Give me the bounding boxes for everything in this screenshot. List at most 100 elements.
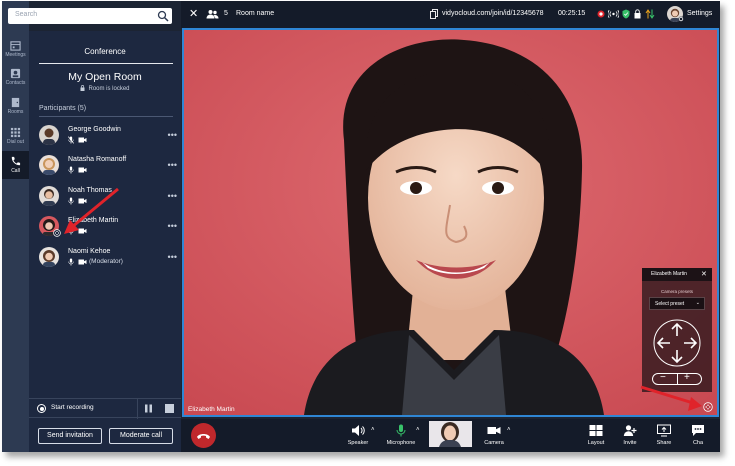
more-options-button[interactable]: ••• — [168, 221, 177, 231]
record-indicator-icon[interactable] — [37, 404, 46, 413]
mic-icon — [68, 258, 74, 266]
chat-icon — [692, 425, 704, 436]
phone-icon — [11, 156, 21, 166]
microphone-options-caret[interactable]: ˄ — [416, 427, 420, 433]
room-title: Room name — [236, 10, 275, 17]
mic-muted-icon — [68, 136, 74, 144]
rail-item-dial-out[interactable]: Dial out — [2, 122, 29, 150]
camera-icon — [78, 228, 87, 234]
rail-label: Dial out — [7, 139, 24, 145]
camera-icon — [78, 198, 87, 204]
moderator-label: (Moderator) — [89, 258, 123, 265]
camera-control-icon[interactable] — [703, 402, 713, 412]
hang-up-button[interactable] — [191, 423, 216, 448]
camera-options-caret[interactable]: ˄ — [507, 427, 511, 433]
conference-panel: Conference My Open Room Room is locked P… — [29, 31, 181, 452]
send-invitation-button[interactable]: Send invitation — [38, 428, 102, 444]
copy-icon[interactable] — [430, 9, 438, 19]
rail-item-call[interactable]: Call — [2, 151, 29, 179]
search-icon[interactable] — [157, 10, 169, 22]
microphone-label: Microphone — [386, 440, 416, 446]
gear-icon[interactable] — [678, 16, 684, 22]
recording-status-icon — [597, 10, 605, 18]
settings-button[interactable]: Settings — [687, 10, 712, 17]
search-placeholder: Search — [15, 11, 38, 18]
rail-label: Call — [11, 168, 20, 174]
network-stats-icon — [645, 9, 655, 19]
zoom-in-button[interactable]: + — [684, 372, 690, 383]
chevron-down-icon: ⌄ — [695, 300, 700, 306]
pan-tilt-pad[interactable] — [653, 319, 701, 367]
select-preset-dropdown[interactable]: Select preset ⌄ — [649, 297, 705, 310]
hang-up-icon — [197, 434, 210, 439]
pause-icon[interactable] — [144, 404, 153, 413]
participant-row[interactable]: Noah Thomas ••• — [39, 186, 177, 210]
contacts-icon — [10, 68, 21, 79]
participant-row[interactable]: Naomi Kehoe (Moderator) ••• — [39, 247, 177, 271]
self-view-image — [429, 421, 472, 447]
rail-item-meetings[interactable]: Meetings — [2, 35, 29, 63]
camera-label: Camera — [484, 440, 504, 446]
stop-icon[interactable] — [165, 404, 174, 413]
self-view-preview[interactable] — [429, 421, 472, 447]
speaker-icon — [352, 425, 365, 436]
participant-row[interactable]: Elizabeth Martin ••• — [39, 216, 177, 240]
participant-count: 5 — [224, 10, 228, 17]
app-window: Meetings Contacts Rooms Dial out Call Se… — [2, 1, 720, 452]
avatar — [39, 186, 59, 206]
avatar — [39, 125, 59, 145]
nav-rail: Meetings Contacts Rooms Dial out Call — [2, 1, 29, 452]
mic-icon — [68, 166, 74, 174]
more-options-button[interactable]: ••• — [168, 191, 177, 201]
more-options-button[interactable]: ••• — [168, 130, 177, 140]
more-options-button[interactable]: ••• — [168, 252, 177, 262]
broadcast-icon — [608, 10, 619, 18]
meeting-url[interactable]: vidyocloud.com/join/id/12345678 — [442, 10, 544, 17]
participant-row[interactable]: Natasha Romanoff ••• — [39, 155, 177, 179]
room-name: My Open Room — [68, 71, 142, 83]
participants-icon[interactable] — [206, 9, 219, 19]
room-status: Room is locked — [29, 85, 181, 92]
rail-label: Meetings — [5, 52, 26, 58]
speaker-label: Speaker — [347, 440, 369, 446]
camera-presets-label: Camera presets — [660, 289, 693, 294]
divider — [677, 374, 678, 384]
chat-label: Cha — [692, 440, 704, 446]
moderate-call-button[interactable]: Moderate call — [109, 428, 173, 444]
camera-icon — [78, 259, 87, 265]
camera-control-header: Elizabeth Martin ✕ — [642, 268, 712, 281]
avatar — [39, 247, 59, 267]
add-user-icon — [623, 425, 637, 436]
divider — [39, 63, 173, 64]
avatar — [39, 155, 59, 175]
search-input[interactable]: Search — [8, 8, 172, 24]
participant-row[interactable]: George Goodwin ••• — [39, 125, 177, 149]
panel-title: Conference — [84, 47, 126, 56]
select-preset-value: Select preset — [655, 301, 685, 307]
start-recording-button[interactable]: Start recording — [51, 404, 94, 411]
camera-icon — [78, 167, 87, 173]
share-screen-icon — [657, 424, 671, 437]
camera-control-icon[interactable] — [53, 229, 61, 237]
participant-status — [68, 197, 168, 205]
lock-icon — [80, 85, 85, 91]
main-video[interactable]: Elizabeth Martin — [182, 28, 719, 417]
participant-status — [68, 227, 168, 235]
close-icon[interactable]: ✕ — [701, 270, 707, 278]
calendar-icon — [10, 41, 21, 51]
participant-status — [68, 166, 168, 174]
camera-control-panel: Elizabeth Martin ✕ Camera presets Select… — [642, 268, 712, 392]
close-button[interactable]: ✕ — [189, 7, 198, 20]
top-bar: ✕ 5 Room name vidyocloud.com/join/id/123… — [181, 1, 720, 28]
bottom-toolbar: Speaker ˄ Microphone ˄ Camera ˄ Layout I… — [181, 419, 720, 452]
more-options-button[interactable]: ••• — [168, 160, 177, 170]
participant-name: Naomi Kehoe — [68, 248, 111, 255]
rail-item-contacts[interactable]: Contacts — [2, 63, 29, 91]
chat-button[interactable]: Cha — [676, 422, 720, 450]
camera-control-title: Elizabeth Martin — [651, 271, 687, 277]
participant-name: Natasha Romanoff — [68, 156, 127, 163]
participant-status — [68, 136, 168, 144]
rail-item-rooms[interactable]: Rooms — [2, 92, 29, 120]
speaker-options-caret[interactable]: ˄ — [371, 427, 375, 433]
zoom-out-button[interactable]: − — [660, 372, 666, 383]
